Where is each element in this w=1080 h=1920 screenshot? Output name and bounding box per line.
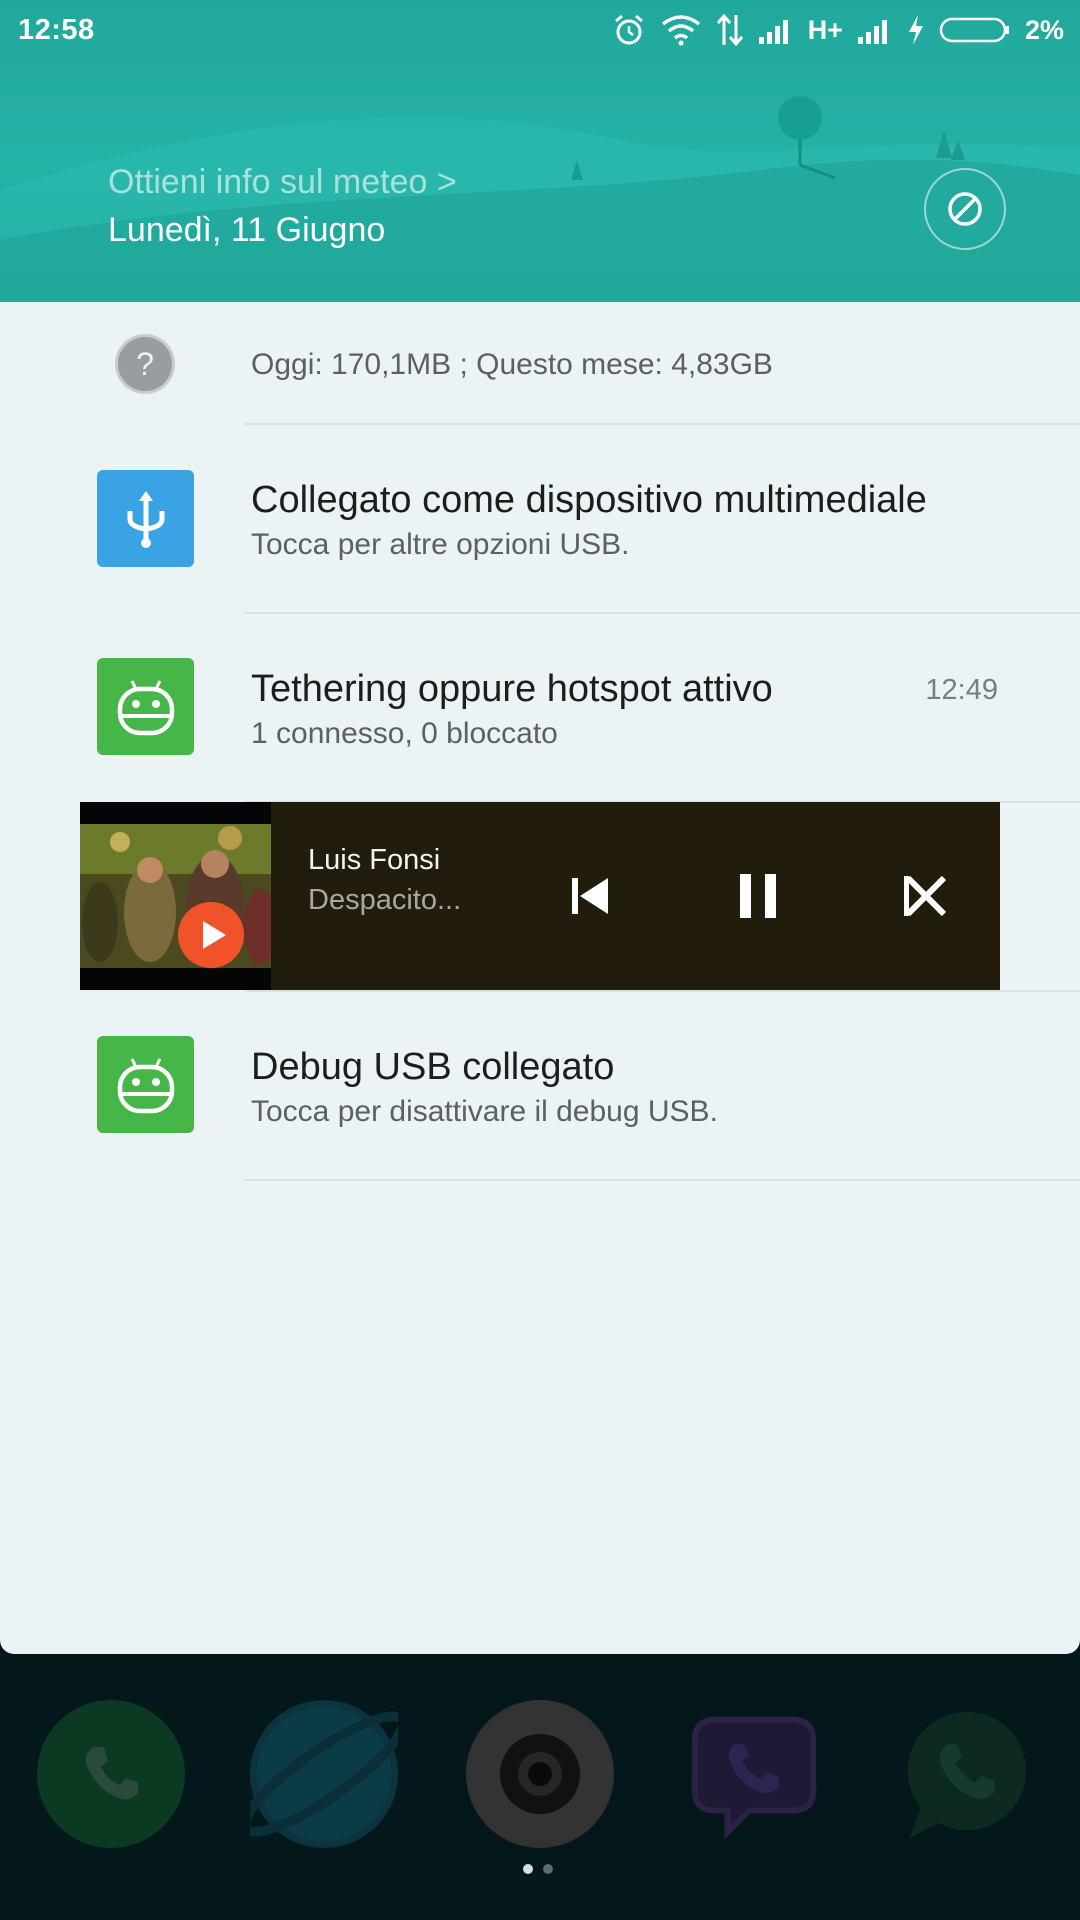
- notification-usb[interactable]: Collegato come dispositivo multimediale …: [0, 425, 1080, 613]
- whatsapp-icon: [907, 1711, 1027, 1839]
- notification-title: Collegato come dispositivo multimediale: [251, 479, 927, 521]
- pause-button[interactable]: [728, 866, 788, 926]
- close-icon: [904, 875, 947, 917]
- signal-icon: [857, 20, 887, 44]
- page-dot: [543, 1864, 553, 1874]
- album-art: [80, 802, 271, 990]
- camera-icon: [500, 1734, 580, 1814]
- camera-app[interactable]: [466, 1700, 614, 1848]
- pause-icon: [740, 874, 776, 918]
- header-date: Lunedì, 11 Giugno: [108, 211, 386, 249]
- notification-debug-usb[interactable]: Debug USB collegato Tocca per disattivar…: [0, 992, 1080, 1180]
- signal-icon: [758, 20, 788, 44]
- browser-icon: [250, 1706, 398, 1842]
- notification-tethering[interactable]: Tethering oppure hotspot attivo 1 connes…: [0, 614, 1080, 802]
- viber-app[interactable]: [680, 1700, 828, 1848]
- weather-link[interactable]: Ottieni info sul meteo >: [108, 163, 457, 202]
- whatsapp-app[interactable]: [890, 1700, 1038, 1848]
- phone-icon: [85, 1747, 138, 1800]
- notification-panel: ? Oggi: 170,1MB ; Questo mese: 4,83GB Co…: [0, 302, 1080, 1654]
- notification-subtitle: 1 connesso, 0 bloccato: [251, 717, 558, 750]
- browser-app[interactable]: [250, 1700, 398, 1848]
- media-track: Despacito...: [308, 884, 462, 916]
- phone-app[interactable]: [37, 1700, 185, 1848]
- previous-button[interactable]: [560, 866, 620, 926]
- notification-time: 12:49: [925, 674, 998, 706]
- data-arrows-icon: [716, 13, 743, 47]
- notification-title: Tethering oppure hotspot attivo: [251, 668, 773, 710]
- battery-icon: [939, 17, 1009, 43]
- viber-icon: [691, 1716, 817, 1840]
- wifi-icon: [661, 15, 700, 46]
- close-media-button[interactable]: [896, 866, 956, 926]
- page-dot-active: [523, 1864, 533, 1874]
- notification-header: 12:58 H+ 2% Ottieni info sul meteo > Lun…: [0, 0, 1080, 302]
- data-usage-text: Oggi: 170,1MB ; Questo mese: 4,83GB: [251, 348, 773, 381]
- alarm-icon: [614, 14, 643, 45]
- divider: [245, 1179, 1080, 1181]
- media-notification[interactable]: Luis Fonsi Despacito...: [80, 802, 1000, 990]
- status-bar: 12:58 H+ 2%: [0, 0, 1080, 60]
- notification-title: Debug USB collegato: [251, 1046, 615, 1088]
- play-icon: [178, 902, 244, 968]
- page-indicator: [523, 1864, 553, 1874]
- notification-subtitle: Tocca per disattivare il debug USB.: [251, 1095, 718, 1128]
- status-time: 12:58: [18, 14, 95, 46]
- usb-icon: [97, 470, 194, 567]
- media-artist: Luis Fonsi: [308, 844, 441, 876]
- android-icon: [97, 658, 194, 755]
- dnd-button[interactable]: [924, 168, 1006, 250]
- charging-icon: [908, 15, 923, 45]
- previous-icon: [572, 878, 608, 914]
- data-usage-row[interactable]: ? Oggi: 170,1MB ; Questo mese: 4,83GB: [0, 302, 1080, 424]
- notification-subtitle: Tocca per altre opzioni USB.: [251, 528, 630, 561]
- battery-level: 2%: [1024, 14, 1064, 45]
- help-icon: ?: [115, 334, 175, 394]
- network-type: H+: [807, 14, 843, 45]
- block-icon: [948, 192, 982, 226]
- android-icon: [97, 1036, 194, 1133]
